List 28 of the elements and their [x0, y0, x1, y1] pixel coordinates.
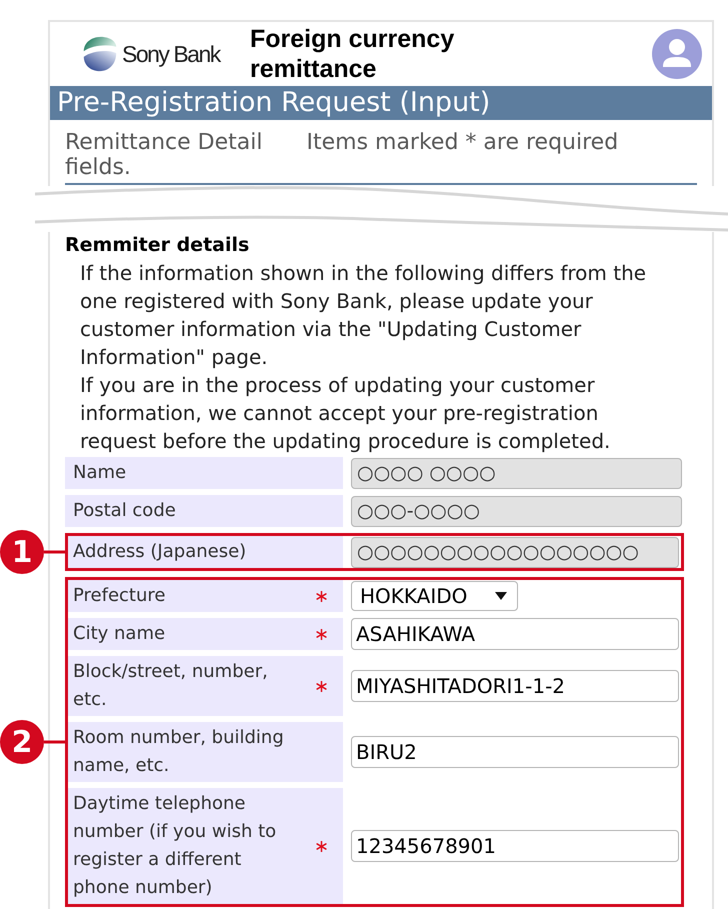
field-label: Address (Japanese)	[73, 540, 248, 564]
field-label: Room number, building name, etc.	[73, 726, 285, 778]
field-label: Postal code	[73, 499, 177, 523]
dropdown-select[interactable]: HOKKAIDO	[351, 581, 518, 611]
text-input[interactable]: 12345678901	[351, 830, 679, 862]
readonly-field: ○○○○○○○○○○○○○○○○○	[351, 536, 679, 568]
logo-sphere-icon	[82, 36, 118, 72]
field-label: City name	[73, 622, 166, 646]
user-avatar-icon[interactable]	[652, 29, 702, 79]
text-input[interactable]: MIYASHITADORI1-1-2	[351, 670, 679, 702]
text-input[interactable]: ASAHIKAWA	[351, 618, 679, 650]
field-label: Name	[73, 461, 128, 485]
app-title: Foreign currency remittance	[250, 24, 456, 84]
readonly-field: ○○○○ ○○○○	[351, 458, 682, 488]
readonly-field: ○○○-○○○○	[351, 496, 682, 526]
text-input[interactable]: BIRU2	[351, 736, 679, 768]
field-label: Daytime telephone number (if you wish to register a different phone number)	[73, 792, 278, 900]
page-title: Pre-Registration Request (Input)	[57, 86, 490, 120]
callout-badge: 1	[0, 530, 44, 574]
info-paragraph: If the information shown in the following differs from the one registered with Sony Bank, please update your customer information via the "Updating Customer Information" page.	[80, 260, 648, 371]
subheader-text: Remittance Detail Items marked * are required fields.	[65, 130, 620, 180]
info-paragraph: If you are in the process of updating your customer information, we cannot accept your pre-registration request before the updating procedure is completed.	[80, 372, 612, 455]
logo-text: Sony Bank	[122, 40, 220, 69]
field-label: Prefecture	[73, 584, 166, 608]
section-heading: Remmiter details	[65, 234, 250, 256]
caret-icon	[495, 592, 507, 600]
field-label: Block/street, number, etc.	[73, 660, 269, 712]
callout-badge: 2	[0, 720, 44, 764]
